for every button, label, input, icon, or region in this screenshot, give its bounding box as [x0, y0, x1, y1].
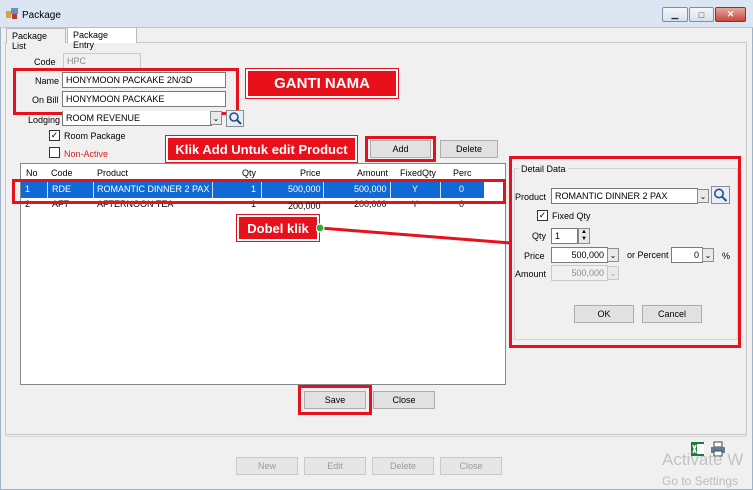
tab-package-list[interactable]: Package List: [6, 28, 66, 51]
column-header-perc: Perc: [453, 168, 472, 178]
non-active-checkbox[interactable]: [49, 147, 60, 158]
lodging-field[interactable]: ROOM REVENUE: [62, 111, 212, 126]
dobel-klik-annotation: Dobel klik: [236, 214, 320, 242]
room-package-checkbox[interactable]: ✓: [49, 130, 60, 141]
percent-unit-label: %: [722, 251, 731, 261]
or-percent-label: or Percent: [627, 250, 669, 260]
edit-button[interactable]: Edit: [304, 457, 366, 475]
close-button[interactable]: Close: [373, 391, 435, 409]
code-field[interactable]: HPC: [63, 53, 141, 69]
bottom-delete-button[interactable]: Delete: [372, 457, 434, 475]
column-header-qty: Qty: [242, 168, 257, 178]
non-active-label: Non-Active: [64, 149, 109, 159]
tab-package-entry[interactable]: Package Entry: [67, 27, 137, 50]
product-label: Product: [515, 192, 547, 202]
amount-label: Amount: [515, 269, 547, 279]
selected-row-annotation-box: [12, 179, 506, 204]
amount-field: 500,000: [551, 265, 608, 281]
price-label: Price: [524, 251, 545, 261]
product-field[interactable]: ROMANTIC DINNER 2 PAX: [551, 188, 698, 204]
ganti-nama-annotation: GANTI NAMA: [245, 68, 399, 99]
qty-spinner-icon[interactable]: ▲ ▼: [578, 228, 590, 244]
activation-watermark-line2: Go to Settings: [662, 474, 739, 488]
name-field[interactable]: HONYMOON PACKAKE 2N/3D: [62, 72, 226, 88]
column-header-amount: Amount: [357, 168, 389, 178]
room-package-label: Room Package: [64, 131, 126, 141]
delete-button[interactable]: Delete: [440, 140, 498, 158]
lodging-dropdown-icon[interactable]: ⌄: [210, 111, 222, 125]
product-search-icon[interactable]: [711, 186, 730, 204]
column-header-product: Product: [97, 168, 129, 178]
detail-data-title: Detail Data: [519, 164, 568, 174]
name-label: Name: [35, 76, 60, 86]
onbill-label: On Bill: [32, 95, 59, 105]
qty-label: Qty: [532, 231, 547, 241]
cell-price: 200,000: [288, 201, 321, 211]
window-title: Package: [22, 10, 61, 21]
lodging-label: Lodging: [28, 115, 61, 125]
new-button[interactable]: New: [236, 457, 298, 475]
fixed-qty-label: Fixed Qty: [552, 211, 591, 221]
price-dropdown-icon[interactable]: ⌄: [607, 248, 619, 262]
save-button[interactable]: Save: [304, 391, 366, 409]
maximize-button[interactable]: □: [689, 7, 714, 22]
app-icon: [6, 8, 18, 19]
cancel-button[interactable]: Cancel: [642, 305, 702, 323]
ok-button[interactable]: OK: [574, 305, 634, 323]
title-bar: Package ▁ □ ✕: [0, 0, 753, 28]
code-label: Code: [34, 57, 56, 67]
klik-add-annotation: Klik Add Untuk edit Product: [165, 135, 358, 163]
product-dropdown-icon[interactable]: ⌄: [697, 189, 709, 203]
lodging-search-icon[interactable]: [226, 110, 244, 127]
column-header-code: Code: [51, 168, 73, 178]
minimize-button[interactable]: ▁: [662, 7, 688, 22]
activation-watermark-line1: Activate W: [662, 450, 744, 469]
fixed-qty-checkbox[interactable]: ✓: [537, 210, 548, 221]
add-button[interactable]: Add: [370, 140, 431, 158]
qty-field[interactable]: 1: [551, 228, 578, 244]
column-header-no: No: [26, 168, 38, 178]
price-field[interactable]: 500,000: [551, 247, 608, 263]
close-window-button[interactable]: ✕: [715, 7, 746, 22]
percent-dropdown-icon[interactable]: ⌄: [702, 248, 714, 262]
column-header-fixedqty: FixedQty: [400, 168, 437, 178]
connector-arrow: [316, 223, 531, 249]
column-header-price: Price: [300, 168, 321, 178]
percent-field[interactable]: 0: [671, 247, 703, 263]
amount-dropdown-icon: ⌄: [607, 266, 619, 280]
onbill-field[interactable]: HONYMOON PACKAKE: [62, 91, 226, 107]
bottom-close-button[interactable]: Close: [440, 457, 502, 475]
